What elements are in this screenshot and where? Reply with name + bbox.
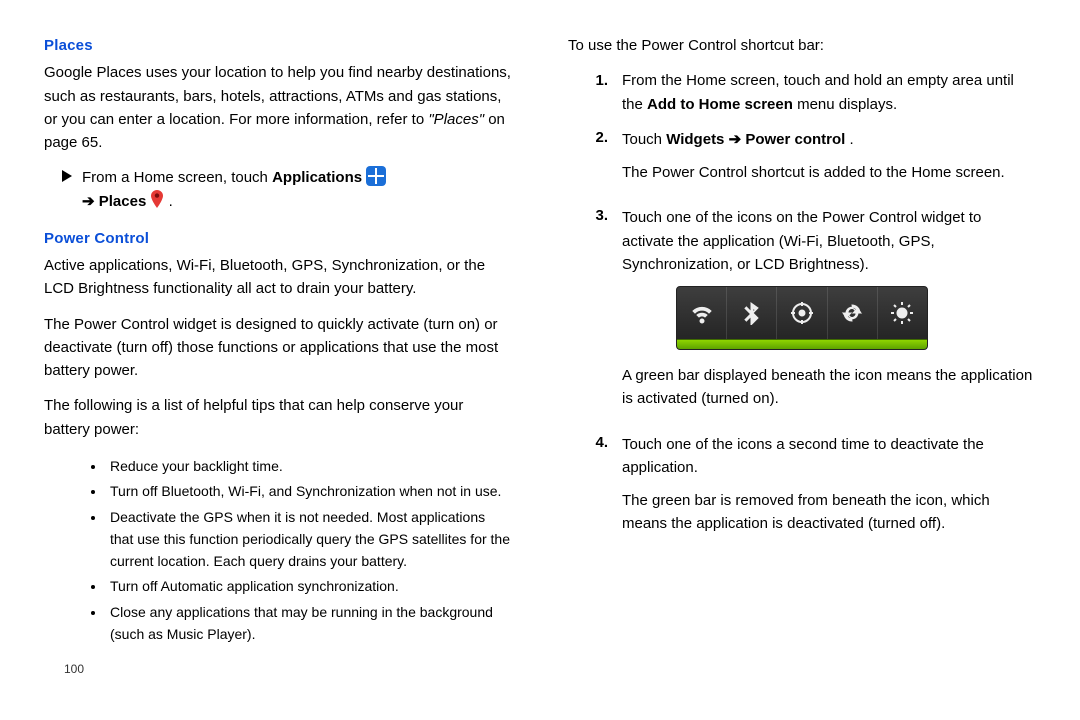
power-p3: The following is a list of helpful tips … xyxy=(44,394,512,441)
step-1: 1. From the Home screen, touch and hold … xyxy=(590,69,1036,116)
tip-item: Close any applications that may be runni… xyxy=(106,602,512,645)
step-2-num: 2. xyxy=(590,126,608,195)
applications-icon xyxy=(366,166,386,186)
step-2: 2. Touch Widgets ➔ Power control . The P… xyxy=(590,126,1036,195)
arrow-icon: ➔ xyxy=(729,131,746,148)
tip-item: Reduce your backlight time. xyxy=(106,456,512,478)
power-control-heading: Power Control xyxy=(44,227,512,250)
step-3: 3. Touch one of the icons on the Power C… xyxy=(590,204,1036,420)
tip-item: Deactivate the GPS when it is not needed… xyxy=(106,507,512,572)
step-3-after: A green bar displayed beneath the icon m… xyxy=(622,364,1036,411)
widget-active-bar xyxy=(677,339,927,349)
step-2-body: Touch Widgets ➔ Power control . The Powe… xyxy=(622,126,1036,195)
step-2-a: Touch xyxy=(622,131,666,148)
add-to-home-bold: Add to Home screen xyxy=(647,96,793,113)
step-period: . xyxy=(169,193,173,210)
power-p1: Active applications, Wi-Fi, Bluetooth, G… xyxy=(44,254,512,301)
wifi-toggle-icon xyxy=(677,287,727,339)
power-p2: The Power Control widget is designed to … xyxy=(44,313,512,383)
step-2-after: The Power Control shortcut is added to t… xyxy=(622,161,1036,184)
places-heading: Places xyxy=(44,34,512,57)
step-bullet-icon xyxy=(62,170,72,182)
sync-toggle-icon xyxy=(828,287,878,339)
power-control-bold: Power control xyxy=(745,131,845,148)
arrow-icon: ➔ xyxy=(82,193,95,210)
applications-label: Applications xyxy=(272,169,362,186)
step-4-body: Touch one of the icons a second time to … xyxy=(622,431,1036,546)
left-column: Places Google Places uses your location … xyxy=(44,30,512,679)
step-4-num: 4. xyxy=(590,431,608,546)
manual-page: Places Google Places uses your location … xyxy=(0,0,1080,689)
tip-item: Turn off Automatic application synchroni… xyxy=(106,576,512,598)
places-label: Places xyxy=(99,193,147,210)
power-control-widget xyxy=(676,286,928,350)
step-4-a: Touch one of the icons a second time to … xyxy=(622,433,1036,480)
gps-toggle-icon xyxy=(777,287,827,339)
step-3-num: 3. xyxy=(590,204,608,420)
step-3-a: Touch one of the icons on the Power Cont… xyxy=(622,206,1036,276)
pc-intro: To use the Power Control shortcut bar: xyxy=(568,34,1036,57)
step-1-num: 1. xyxy=(590,69,608,116)
step-text: From a Home screen, touch Applications ➔… xyxy=(82,166,386,213)
right-column: To use the Power Control shortcut bar: 1… xyxy=(568,30,1036,679)
bluetooth-toggle-icon xyxy=(727,287,777,339)
step-1-body: From the Home screen, touch and hold an … xyxy=(622,69,1036,116)
places-step: From a Home screen, touch Applications ➔… xyxy=(62,166,512,213)
step-4-after: The green bar is removed from beneath th… xyxy=(622,489,1036,536)
places-paragraph: Google Places uses your location to help… xyxy=(44,61,512,154)
tips-list: Reduce your backlight time. Turn off Blu… xyxy=(44,456,512,646)
places-ref-italic: "Places" xyxy=(428,111,484,128)
tip-item: Turn off Bluetooth, Wi-Fi, and Synchroni… xyxy=(106,481,512,503)
brightness-toggle-icon xyxy=(878,287,927,339)
step-2-d: . xyxy=(850,131,854,148)
step-1-c: menu displays. xyxy=(797,96,897,113)
step-4: 4. Touch one of the icons a second time … xyxy=(590,431,1036,546)
step-3-body: Touch one of the icons on the Power Cont… xyxy=(622,204,1036,420)
places-pin-icon xyxy=(150,190,164,208)
page-number: 100 xyxy=(64,660,512,679)
widgets-bold: Widgets xyxy=(666,131,724,148)
step-pre: From a Home screen, touch xyxy=(82,169,272,186)
